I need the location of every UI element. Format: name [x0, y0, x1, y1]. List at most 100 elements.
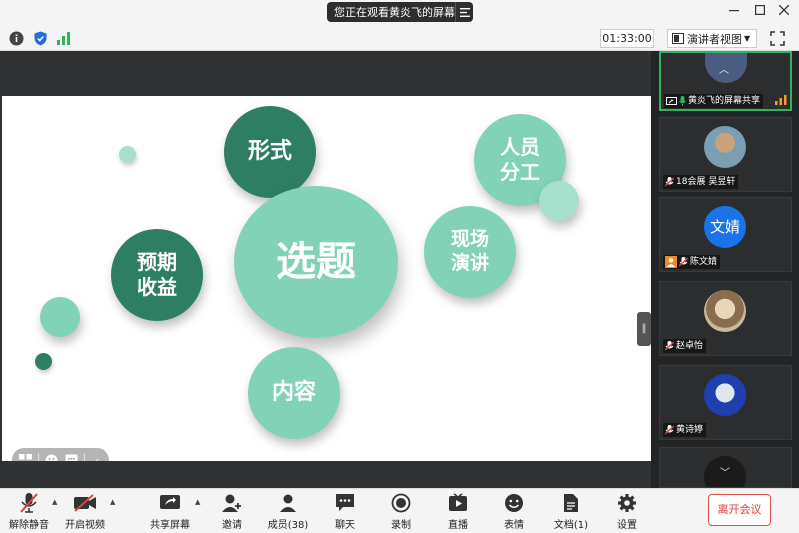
chevron-up-icon[interactable]: ▲	[110, 498, 115, 506]
participant-tile[interactable]: 赵卓怡	[659, 281, 792, 356]
chevron-down-icon[interactable]: ﹀	[720, 464, 730, 479]
gear-icon	[615, 491, 639, 514]
bubble-content: 内容	[248, 347, 340, 439]
bubble-expected-benefit: 预期 收益	[111, 229, 203, 321]
bubble-form: 形式	[224, 106, 316, 198]
menu-icon[interactable]	[455, 2, 473, 22]
document-icon	[559, 491, 583, 514]
unmute-button[interactable]: 解除静音	[9, 491, 49, 531]
decorative-bubble	[119, 146, 136, 163]
start-video-label: 开启视频	[65, 520, 105, 531]
shared-screen-area: 形式 预期 收益 选题 人员 分工 现场 演讲 内容 ‹ ‖	[0, 51, 651, 488]
chevron-up-icon[interactable]: ▲	[52, 498, 57, 506]
screen-share-notice[interactable]: 您正在观看黄炎飞的屏幕	[327, 2, 473, 22]
info-icon[interactable]	[9, 31, 24, 46]
decorative-bubble	[35, 353, 52, 370]
emoji-icon[interactable]	[38, 453, 58, 461]
participant-name: 18会展 吴昱轩	[676, 177, 736, 187]
participant-name-bar: 黄诗婷	[663, 423, 707, 437]
live-stream-label: 直播	[448, 520, 468, 531]
chevron-up-icon[interactable]: ︿	[719, 61, 729, 76]
meeting-window: 您正在观看黄炎飞的屏幕 01:33:00 演讲者视图 ▼ 形式 预期 收益 选题…	[0, 0, 799, 533]
view-mode-label: 演讲者视图	[687, 32, 742, 46]
meeting-toolbar: 解除静音 ▲ 开启视频 ▲ 共享屏幕 ▲ 邀请 成员(38) 聊天 录制 直播 …	[0, 488, 799, 533]
share-notice-text: 您正在观看黄炎飞的屏幕	[334, 6, 455, 19]
participant-name: 赵卓怡	[676, 341, 704, 351]
avatar	[704, 126, 746, 168]
documents-button[interactable]: 文档(1)	[553, 491, 589, 531]
invite-label: 邀请	[222, 520, 242, 531]
share-screen-icon	[158, 491, 182, 514]
members-label: 成员(38)	[267, 520, 309, 531]
reaction-label: 表情	[504, 520, 524, 531]
chevron-up-icon[interactable]: ▲	[195, 498, 200, 506]
record-icon	[389, 491, 413, 514]
decorative-bubble	[40, 297, 80, 337]
add-user-icon	[220, 491, 244, 514]
participant-name: 陈文婧	[690, 257, 718, 267]
avatar	[704, 374, 746, 416]
settings-button[interactable]: 设置	[615, 491, 639, 531]
microphone-muted-icon	[665, 425, 674, 435]
chat-label: 聊天	[335, 520, 355, 531]
participant-tile[interactable]: 黄诗婷	[659, 365, 792, 440]
chat-icon	[333, 491, 357, 514]
microphone-muted-icon	[665, 177, 674, 187]
reaction-button[interactable]: 表情	[502, 491, 526, 531]
minimize-icon[interactable]	[726, 4, 742, 20]
share-screen-button[interactable]: 共享屏幕	[150, 491, 190, 531]
maximize-icon[interactable]	[752, 4, 768, 20]
live-stream-button[interactable]: 直播	[446, 491, 470, 531]
participant-tile[interactable]: ﹀	[659, 447, 792, 488]
avatar	[704, 290, 746, 332]
record-button[interactable]: 录制	[389, 491, 413, 531]
speaker-view-icon	[672, 33, 684, 44]
camera-off-icon	[73, 491, 97, 514]
emoji-icon	[502, 491, 526, 514]
share-screen-label: 共享屏幕	[150, 520, 190, 531]
microphone-muted-icon	[679, 257, 688, 267]
meeting-timer: 01:33:00	[600, 29, 654, 48]
participant-tile[interactable]: 文婧 陈文婧	[659, 197, 792, 272]
signal-icon[interactable]	[56, 31, 71, 46]
participant-name: 黄诗婷	[676, 425, 704, 435]
view-mode-dropdown[interactable]: 演讲者视图 ▼	[667, 29, 757, 48]
bubble-topic: 选题	[234, 186, 398, 338]
participant-name-bar: 18会展 吴昱轩	[663, 175, 739, 189]
chat-button[interactable]: 聊天	[333, 491, 357, 531]
members-button[interactable]: 成员(38)	[267, 491, 309, 531]
bubble-live-presentation: 现场 演讲	[424, 206, 516, 298]
members-icon	[276, 491, 300, 514]
microphone-muted-icon	[17, 491, 41, 514]
record-label: 录制	[391, 520, 411, 531]
microphone-icon	[679, 96, 686, 106]
unmute-label: 解除静音	[9, 520, 49, 531]
invite-button[interactable]: 邀请	[220, 491, 244, 531]
chevron-down-icon: ▼	[744, 34, 751, 43]
participant-gallery: ︿ 黄炎飞的屏幕共享 18会展 吴昱轩 文婧 陈文婧 赵卓怡 黄诗婷 ﹀	[651, 51, 799, 488]
participant-tile[interactable]: ︿ 黄炎飞的屏幕共享	[659, 51, 792, 111]
gallery-collapse-handle[interactable]: ‖	[637, 312, 651, 346]
close-icon[interactable]	[776, 4, 792, 20]
participant-tile[interactable]: 18会展 吴昱轩	[659, 117, 792, 192]
participant-name: 黄炎飞的屏幕共享	[688, 96, 761, 106]
live-stream-icon	[446, 491, 470, 514]
microphone-muted-icon	[665, 341, 674, 351]
annotation-toolbar: ‹	[12, 448, 109, 461]
meeting-info-bar: 01:33:00 演讲者视图 ▼	[0, 26, 799, 51]
presentation-slide: 形式 预期 收益 选题 人员 分工 现场 演讲 内容 ‹	[2, 96, 651, 461]
chat-bubble-icon[interactable]	[64, 453, 78, 461]
leave-meeting-button[interactable]: 离开会议	[708, 494, 771, 526]
fullscreen-icon[interactable]	[769, 30, 786, 47]
participant-name-bar: 黄炎飞的屏幕共享	[664, 94, 764, 108]
chevron-left-icon[interactable]: ‹	[84, 453, 104, 461]
participant-name-bar: 赵卓怡	[663, 339, 707, 353]
shield-icon[interactable]	[33, 31, 48, 46]
host-icon	[665, 256, 677, 268]
screen-share-icon	[666, 96, 677, 105]
layout-grid-icon[interactable]	[18, 453, 32, 461]
avatar: 文婧	[704, 206, 746, 248]
title-bar: 您正在观看黄炎飞的屏幕	[0, 0, 799, 26]
documents-label: 文档(1)	[553, 520, 589, 531]
start-video-button[interactable]: 开启视频	[65, 491, 105, 531]
